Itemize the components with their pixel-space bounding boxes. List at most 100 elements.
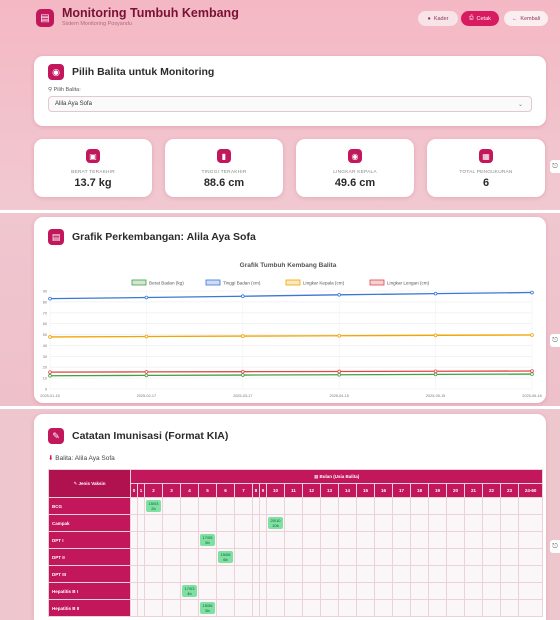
immunization-cell[interactable] xyxy=(446,565,465,583)
immunization-cell[interactable] xyxy=(482,531,501,549)
immunization-cell[interactable] xyxy=(198,514,217,532)
immunization-cell[interactable] xyxy=(482,497,501,515)
immunization-cell[interactable] xyxy=(338,514,357,532)
immunization-cell[interactable] xyxy=(428,582,447,600)
immunization-cell[interactable] xyxy=(234,599,253,617)
immunization-cell[interactable] xyxy=(259,531,267,549)
immunization-cell[interactable] xyxy=(302,599,321,617)
immunization-cell[interactable] xyxy=(284,514,303,532)
immunization-cell[interactable] xyxy=(446,582,465,600)
child-select-dropdown[interactable]: Alila Aya Sofa ⌄ xyxy=(48,96,532,112)
immunization-cell[interactable] xyxy=(482,599,501,617)
immunization-cell[interactable]: 17/05 5b xyxy=(198,531,217,549)
immunization-cell[interactable] xyxy=(259,497,267,515)
immunization-cell[interactable] xyxy=(464,565,483,583)
immunization-cell[interactable] xyxy=(130,565,138,583)
immunization-cell[interactable] xyxy=(180,514,199,532)
immunization-cell[interactable] xyxy=(464,548,483,566)
immunization-cell[interactable] xyxy=(392,548,411,566)
immunization-cell[interactable] xyxy=(252,582,260,600)
immunization-cell[interactable] xyxy=(356,565,375,583)
immunization-cell[interactable] xyxy=(284,565,303,583)
immunization-cell[interactable] xyxy=(216,599,235,617)
immunization-cell[interactable] xyxy=(130,599,138,617)
immunization-cell[interactable] xyxy=(446,514,465,532)
immunization-cell[interactable] xyxy=(374,497,393,515)
immunization-cell[interactable] xyxy=(482,565,501,583)
immunization-cell[interactable] xyxy=(446,531,465,549)
immunization-cell[interactable] xyxy=(284,531,303,549)
immunization-cell[interactable] xyxy=(266,531,285,549)
immunization-cell[interactable] xyxy=(356,548,375,566)
immunization-cell[interactable] xyxy=(392,497,411,515)
immunization-cell[interactable] xyxy=(410,548,429,566)
immunization-cell[interactable] xyxy=(338,531,357,549)
immunization-cell[interactable] xyxy=(482,514,501,532)
immunization-cell[interactable] xyxy=(144,582,163,600)
immunization-cell[interactable] xyxy=(284,548,303,566)
immunization-cell[interactable] xyxy=(234,582,253,600)
immunization-cell[interactable] xyxy=(500,582,519,600)
immunization-cell[interactable] xyxy=(266,565,285,583)
immunization-cell[interactable] xyxy=(162,599,181,617)
immunization-cell[interactable] xyxy=(144,514,163,532)
immunization-cell[interactable] xyxy=(410,582,429,600)
immunization-cell[interactable] xyxy=(320,497,339,515)
immunization-cell[interactable] xyxy=(137,531,145,549)
immunization-cell[interactable] xyxy=(356,582,375,600)
immunization-cell[interactable] xyxy=(216,514,235,532)
immunization-cell[interactable] xyxy=(338,497,357,515)
immunization-cell[interactable] xyxy=(234,548,253,566)
immunization-cell[interactable] xyxy=(392,599,411,617)
immunization-cell[interactable] xyxy=(482,582,501,600)
immunization-cell[interactable]: 15/06 5b xyxy=(198,599,217,617)
immunization-cell[interactable] xyxy=(356,514,375,532)
immunization-cell[interactable] xyxy=(137,548,145,566)
immunization-cell[interactable] xyxy=(374,514,393,532)
immunization-cell[interactable]: 17/03 4b xyxy=(180,582,199,600)
immunization-cell[interactable] xyxy=(500,531,519,549)
immunization-cell[interactable] xyxy=(464,582,483,600)
immunization-cell[interactable] xyxy=(446,548,465,566)
immunization-cell[interactable] xyxy=(374,599,393,617)
immunization-cell[interactable] xyxy=(234,565,253,583)
print-button[interactable]: ⎙ Cetak xyxy=(461,11,499,26)
immunization-cell[interactable] xyxy=(137,582,145,600)
immunization-cell[interactable] xyxy=(428,514,447,532)
immunization-cell[interactable] xyxy=(302,531,321,549)
immunization-cell[interactable] xyxy=(162,548,181,566)
immunization-cell[interactable] xyxy=(302,582,321,600)
immunization-cell[interactable] xyxy=(266,599,285,617)
immunization-cell[interactable] xyxy=(374,565,393,583)
immunization-cell[interactable] xyxy=(252,514,260,532)
immunization-cell[interactable] xyxy=(198,565,217,583)
immunization-cell[interactable] xyxy=(410,497,429,515)
immunization-cell[interactable] xyxy=(266,582,285,600)
immunization-cell[interactable] xyxy=(130,548,138,566)
immunization-cell[interactable] xyxy=(180,531,199,549)
immunization-cell[interactable] xyxy=(252,497,260,515)
side-toggle-button[interactable]: ⎋ xyxy=(550,160,560,173)
immunization-cell[interactable] xyxy=(302,548,321,566)
immunization-cell[interactable] xyxy=(356,531,375,549)
immunization-cell[interactable] xyxy=(428,531,447,549)
immunization-cell[interactable] xyxy=(162,565,181,583)
immunization-cell[interactable] xyxy=(162,582,181,600)
immunization-cell[interactable] xyxy=(252,548,260,566)
immunization-cell[interactable] xyxy=(130,497,138,515)
immunization-cell[interactable] xyxy=(374,582,393,600)
immunization-cell[interactable] xyxy=(500,565,519,583)
immunization-cell[interactable] xyxy=(392,565,411,583)
immunization-cell[interactable] xyxy=(338,599,357,617)
immunization-cell[interactable] xyxy=(216,531,235,549)
immunization-cell[interactable] xyxy=(137,599,145,617)
immunization-cell[interactable] xyxy=(392,531,411,549)
immunization-cell[interactable] xyxy=(392,582,411,600)
immunization-cell[interactable] xyxy=(517,582,544,600)
immunization-cell[interactable] xyxy=(410,599,429,617)
immunization-cell[interactable] xyxy=(130,514,138,532)
immunization-cell[interactable] xyxy=(259,582,267,600)
immunization-cell[interactable] xyxy=(464,514,483,532)
immunization-cell[interactable] xyxy=(464,497,483,515)
immunization-cell[interactable] xyxy=(162,514,181,532)
